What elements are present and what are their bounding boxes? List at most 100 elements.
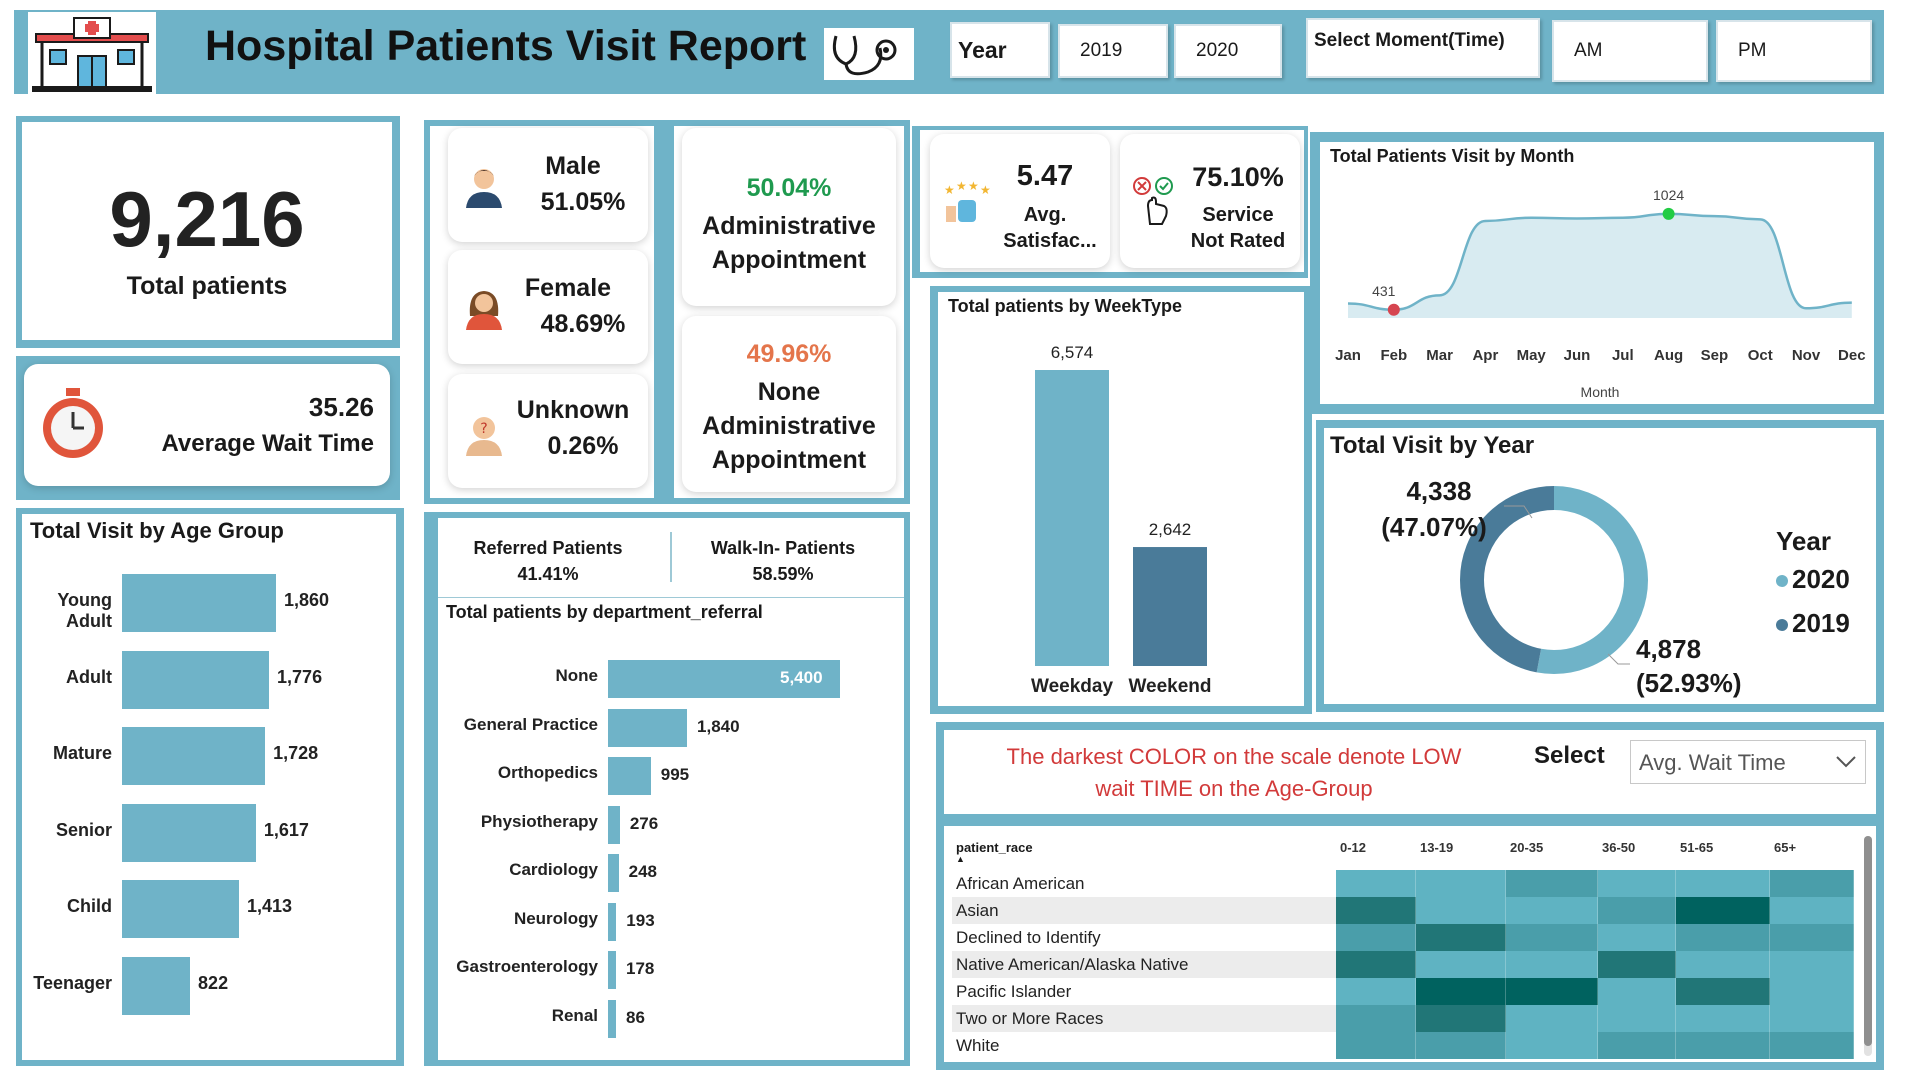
heatmap-row-label: Asian bbox=[956, 901, 999, 920]
monthly-min-marker bbox=[1387, 303, 1400, 316]
age-bar-value: 1,776 bbox=[277, 666, 323, 687]
female-value: 48.69% bbox=[540, 310, 626, 338]
heatmap-cell bbox=[1598, 924, 1676, 951]
heatmap-cell bbox=[1598, 1032, 1676, 1059]
moment-filter-label: Select Moment(Time) bbox=[1306, 18, 1540, 78]
select-label: Select bbox=[1534, 742, 1605, 769]
hospital-logo-icon bbox=[28, 12, 156, 94]
yearly-leader-2020 bbox=[1607, 653, 1630, 665]
heatmap-cell bbox=[1506, 951, 1598, 978]
heatmap-scrollbar[interactable] bbox=[1864, 836, 1872, 1056]
age-bar-value: 1,728 bbox=[273, 743, 319, 763]
weektype-chart: Total patients by WeekType 6,574 Weekday 2… bbox=[938, 292, 1304, 706]
male-label: Male bbox=[545, 152, 601, 180]
svg-text:★: ★ bbox=[968, 180, 979, 193]
heatmap-row-label: Two or More Races bbox=[956, 1009, 1104, 1028]
gender-male-card: Male 51.05% bbox=[448, 128, 648, 242]
age-bar bbox=[122, 956, 191, 1015]
total-patients-label: Total patients bbox=[126, 272, 288, 300]
weektype-bar-value: 2,642 bbox=[1149, 520, 1192, 539]
referral-bar bbox=[608, 999, 616, 1038]
heatmap-cell bbox=[1506, 978, 1598, 1005]
year-option-2019[interactable]: 2019 bbox=[1058, 24, 1168, 78]
heatmap-cell bbox=[1416, 1032, 1506, 1059]
moment-option-am[interactable]: AM bbox=[1552, 20, 1708, 82]
stopwatch-icon bbox=[38, 386, 108, 462]
referral-category-label: General Practice bbox=[463, 714, 598, 734]
age-category-label: Teenager bbox=[33, 972, 112, 993]
heatmap-cell bbox=[1770, 897, 1854, 924]
heatmap-cell bbox=[1506, 1005, 1598, 1032]
unknown-avatar-icon: ? bbox=[462, 412, 506, 456]
referral-bar-value: 276 bbox=[629, 813, 659, 833]
heatmap-cell bbox=[1506, 870, 1598, 897]
service-not-rated-label-1: Service bbox=[1202, 204, 1274, 226]
referral-bar-value: 86 bbox=[626, 1007, 645, 1027]
age-group-bars: Young Adult 1,860 Adult 1,776 Mature 1,728 Sen… bbox=[22, 514, 396, 1060]
measure-dropdown[interactable]: Avg. Wait Time bbox=[1630, 740, 1866, 784]
yearly-chart: Total Visit by Year 4,338 (47.07%) 4,878… bbox=[1324, 428, 1876, 704]
yearly-legend-title: Year bbox=[1776, 526, 1831, 556]
admin-appointment-label-1: Administrative bbox=[702, 212, 876, 240]
heatmap-cell bbox=[1416, 951, 1506, 978]
admin-appointment-card: 50.04% Administrative Appointment bbox=[682, 128, 896, 306]
legend-dot-2019 bbox=[1776, 619, 1788, 632]
age-group-chart: Total Visit by Age Group Young Adult 1,86… bbox=[22, 514, 396, 1060]
note-panel: The darkest COLOR on the scale denote LO… bbox=[944, 730, 1876, 814]
monthly-tick-label: Jun bbox=[1564, 347, 1591, 364]
moment-option-pm[interactable]: PM bbox=[1716, 20, 1872, 82]
monthly-tick-label: Apr bbox=[1472, 347, 1498, 364]
heatmap-cell bbox=[1770, 1005, 1854, 1032]
male-value: 51.05% bbox=[540, 188, 626, 216]
gender-unknown-card: ? Unknown 0.26% bbox=[448, 374, 648, 488]
heatmap-cell bbox=[1676, 1005, 1770, 1032]
year-option-2020[interactable]: 2020 bbox=[1174, 24, 1282, 78]
heatmap-row-label: Native American/Alaska Native bbox=[956, 955, 1189, 974]
year-filter-label: Year bbox=[950, 22, 1050, 78]
referral-bar-value: 178 bbox=[626, 959, 655, 978]
referral-bar-value: 1,840 bbox=[697, 716, 740, 736]
referral-category-label: None bbox=[555, 666, 599, 685]
heatmap-table: patient_race ▲ 0-12 13-19 20-35 36-50 51-65 6… bbox=[944, 826, 1876, 1062]
yearly-2020-value: 4,878 bbox=[1636, 634, 1702, 664]
heatmap-row-band bbox=[952, 1032, 1336, 1059]
heatmap-cell bbox=[1336, 1005, 1416, 1032]
service-not-rated-value: 75.10% bbox=[1192, 162, 1284, 192]
referral-bar bbox=[608, 902, 617, 941]
referral-chart: Referred Patients 41.41% Walk-In- Patien… bbox=[438, 518, 904, 1060]
referral-bar-value: 193 bbox=[626, 910, 655, 930]
note-line-2: wait TIME on the Age-Group bbox=[1095, 776, 1373, 801]
none-appointment-label-2: Administrative bbox=[702, 412, 876, 440]
heatmap-cell bbox=[1336, 951, 1416, 978]
age-bar bbox=[122, 803, 256, 862]
heatmap-column-header: 0-12 bbox=[1340, 840, 1367, 855]
heatmap-cell bbox=[1598, 897, 1676, 924]
heatmap-cell bbox=[1336, 978, 1416, 1005]
satisfaction-label-1: Avg. bbox=[1023, 204, 1067, 226]
heatmap-column-header: 51-65 bbox=[1680, 840, 1714, 855]
heatmap-column-header: 65+ bbox=[1774, 840, 1797, 855]
monthly-max-marker bbox=[1662, 207, 1675, 220]
page-title: Hospital Patients Visit Report bbox=[205, 22, 807, 70]
heatmap-scrollbar-thumb[interactable] bbox=[1864, 836, 1872, 1046]
service-not-rated-label-2: Not Rated bbox=[1190, 230, 1286, 252]
yearly-legend-2019: 2019 bbox=[1776, 608, 1850, 639]
referral-bar bbox=[608, 951, 616, 989]
referral-bar-value: 995 bbox=[660, 765, 690, 784]
age-bar-value: 1,617 bbox=[263, 819, 309, 840]
heatmap-column-header: 36-50 bbox=[1602, 840, 1636, 855]
heatmap-cell bbox=[1676, 897, 1770, 924]
year-2019-text: 2019 bbox=[1080, 40, 1123, 61]
stethoscope-icon bbox=[824, 28, 914, 80]
heatmap-row-label: Declined to Identify bbox=[956, 928, 1101, 947]
heatmap-cell bbox=[1416, 924, 1506, 951]
heatmap-cell bbox=[1676, 870, 1770, 897]
referral-bar bbox=[608, 708, 688, 747]
measure-dropdown-value: Avg. Wait Time bbox=[1639, 750, 1786, 775]
heatmap-cell bbox=[1336, 870, 1416, 897]
heatmap-cell bbox=[1336, 924, 1416, 951]
monthly-area bbox=[1348, 213, 1852, 318]
svg-text:?: ? bbox=[480, 421, 487, 437]
weektype-title: Total patients by WeekType bbox=[948, 296, 1183, 316]
svg-text:★: ★ bbox=[944, 183, 955, 197]
